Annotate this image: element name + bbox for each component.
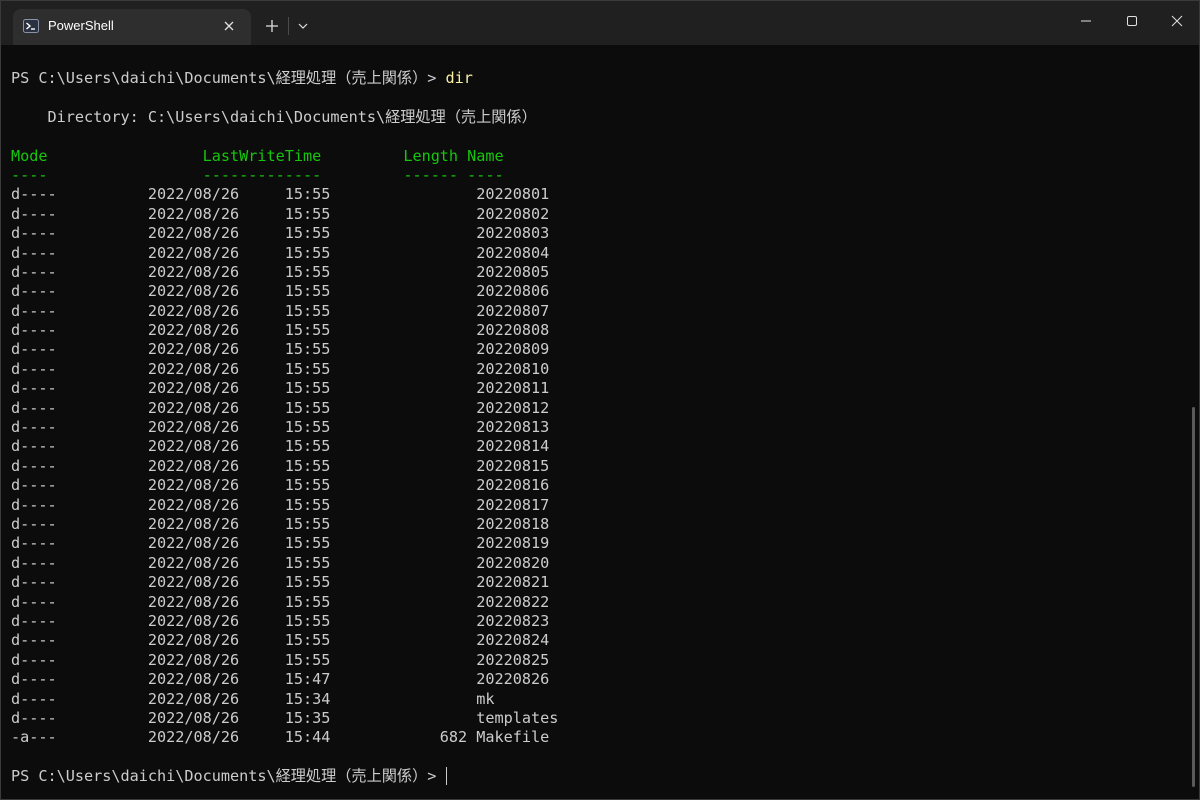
listing-row: d---- 2022/08/26 15:55 20220810 — [11, 359, 550, 378]
plus-icon[interactable] — [259, 13, 285, 39]
column-underline-line: ---- ------------- ------ ---- — [11, 165, 504, 184]
scrollbar[interactable] — [1190, 45, 1199, 799]
prompt-text: PS C:\Users\daichi\Documents\経理処理（売上関係）> — [11, 69, 446, 87]
maximize-icon[interactable] — [1109, 1, 1155, 41]
tab-title: PowerShell — [48, 18, 114, 33]
listing-row: d---- 2022/08/26 15:55 20220824 — [11, 631, 550, 650]
listing-row: -a--- 2022/08/26 15:44 682 Makefile — [11, 728, 550, 747]
listing-row: d---- 2022/08/26 15:55 20220807 — [11, 301, 550, 320]
text-cursor — [445, 767, 447, 786]
listing-row: d---- 2022/08/26 15:55 20220825 — [11, 650, 550, 669]
listing-row: d---- 2022/08/26 15:55 20220812 — [11, 398, 550, 417]
listing-row: d---- 2022/08/26 15:55 20220817 — [11, 495, 550, 514]
listing-row: d---- 2022/08/26 15:34 mk — [11, 689, 495, 708]
listing-row: d---- 2022/08/26 15:55 20220814 — [11, 437, 550, 456]
listing-row: d---- 2022/08/26 15:47 20220826 — [11, 670, 550, 689]
prompt-line: PS C:\Users\daichi\Documents\経理処理（売上関係）>… — [11, 69, 558, 88]
listing-rows: d---- 2022/08/26 15:55 20220801 d---- 202… — [11, 185, 558, 747]
listing-row: d---- 2022/08/26 15:55 20220811 — [11, 379, 550, 398]
listing-row: d---- 2022/08/26 15:55 20220808 — [11, 321, 550, 340]
listing-row: d---- 2022/08/26 15:55 20220806 — [11, 282, 550, 301]
scrollbar-thumb[interactable] — [1192, 407, 1195, 787]
listing-row: d---- 2022/08/26 15:55 20220818 — [11, 514, 550, 533]
close-icon[interactable] — [222, 19, 236, 33]
close-window-icon[interactable] — [1154, 1, 1199, 41]
title-bar: PowerShell — [1, 1, 1199, 45]
listing-row: d---- 2022/08/26 15:55 20220821 — [11, 573, 550, 592]
command-text: dir — [445, 69, 473, 87]
listing-row: d---- 2022/08/26 15:55 20220802 — [11, 204, 550, 223]
listing-row: d---- 2022/08/26 15:55 20220816 — [11, 476, 550, 495]
listing-row: d---- 2022/08/26 15:55 20220801 — [11, 185, 550, 204]
final-prompt-text: PS C:\Users\daichi\Documents\経理処理（売上関係）> — [11, 767, 446, 786]
terminal-output[interactable]: PS C:\Users\daichi\Documents\経理処理（売上関係）>… — [1, 45, 1189, 799]
directory-line: Directory: C:\Users\daichi\Documents\経理処… — [11, 107, 537, 126]
listing-row: d---- 2022/08/26 15:55 20220804 — [11, 243, 550, 262]
listing-row: d---- 2022/08/26 15:55 20220805 — [11, 262, 550, 281]
titlebar-divider — [288, 17, 289, 35]
listing-row: d---- 2022/08/26 15:55 20220809 — [11, 340, 550, 359]
terminal-lines: PS C:\Users\daichi\Documents\経理処理（売上関係）>… — [11, 69, 558, 786]
listing-row: d---- 2022/08/26 15:55 20220820 — [11, 553, 550, 572]
chevron-down-icon[interactable] — [292, 13, 314, 39]
listing-row: d---- 2022/08/26 15:55 20220822 — [11, 592, 550, 611]
column-header-line: Mode LastWriteTime Length Name — [11, 146, 504, 165]
minimize-icon[interactable] — [1063, 1, 1109, 41]
listing-row: d---- 2022/08/26 15:55 20220819 — [11, 534, 550, 553]
listing-row: d---- 2022/08/26 15:35 templates — [11, 708, 559, 727]
powershell-icon — [23, 18, 39, 34]
tab-powershell[interactable]: PowerShell — [13, 9, 251, 45]
listing-row: d---- 2022/08/26 15:55 20220815 — [11, 456, 550, 475]
listing-row: d---- 2022/08/26 15:55 20220823 — [11, 611, 550, 630]
listing-row: d---- 2022/08/26 15:55 20220803 — [11, 224, 550, 243]
listing-row: d---- 2022/08/26 15:55 20220813 — [11, 418, 550, 437]
final-prompt-line: PS C:\Users\daichi\Documents\経理処理（売上関係）> — [11, 767, 558, 786]
terminal-window: PowerShell PS C:\Users\daichi\Documents\… — [0, 0, 1200, 800]
